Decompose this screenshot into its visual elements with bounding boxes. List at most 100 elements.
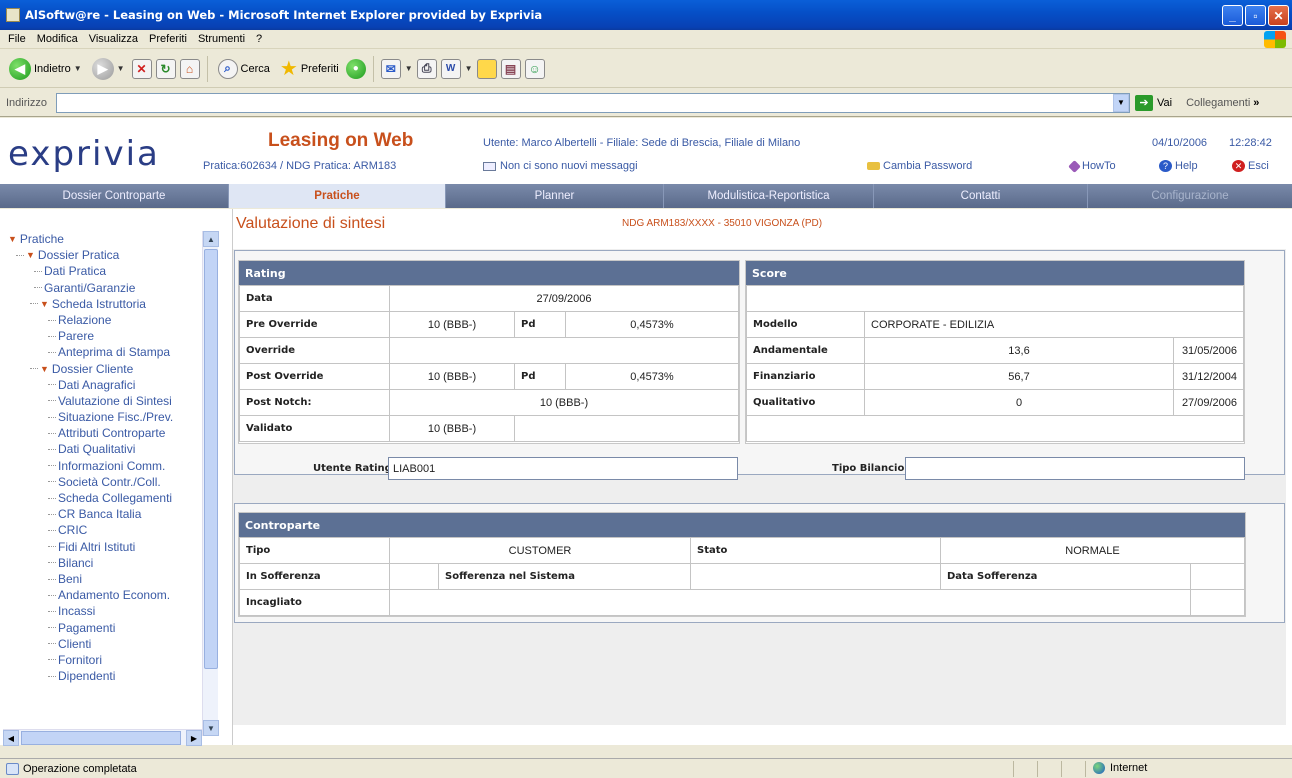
ie-app-icon [6, 8, 20, 22]
sidebar-item[interactable]: Bilanci [8, 555, 204, 571]
dropdown-caret-icon[interactable]: ▼ [405, 64, 413, 73]
discuss-icon[interactable] [476, 58, 497, 79]
expand-triangle-icon[interactable]: ▼ [26, 247, 35, 263]
content-strip [233, 237, 1286, 249]
sidebar-item[interactable]: Parere [8, 328, 204, 344]
back-button[interactable]: ◀ Indietro ▼ [6, 55, 85, 83]
sidebar-item[interactable]: Pagamenti [8, 620, 204, 636]
sidebar-item[interactable]: ▼ Pratiche [8, 231, 204, 247]
sidebar-horizontal-scrollbar[interactable]: ◀ ▶ [3, 729, 202, 746]
favorites-button[interactable]: ★ Preferiti [277, 55, 342, 83]
sidebar-item[interactable]: ▼ Scheda Istruttoria [8, 296, 204, 312]
sidebar-item[interactable]: Informazioni Comm. [8, 458, 204, 474]
sidebar-item[interactable]: ▼ Dossier Pratica [8, 247, 204, 263]
sidebar-item[interactable]: Beni [8, 571, 204, 587]
menu-visualizza[interactable]: Visualizza [89, 33, 138, 45]
current-date: 04/10/2006 [1152, 137, 1208, 149]
sidebar-item[interactable]: Società Contr./Coll. [8, 474, 204, 490]
home-icon[interactable]: ⌂ [179, 58, 200, 79]
sidebar-item[interactable]: Clienti [8, 636, 204, 652]
print-icon[interactable]: ⎙ [416, 58, 437, 79]
scroll-thumb[interactable] [21, 731, 181, 745]
sidebar-item[interactable]: CRIC [8, 522, 204, 538]
media-icon[interactable]: ● [345, 58, 366, 79]
sidebar-item[interactable]: Dati Qualitativi [8, 441, 204, 457]
tree-connector [48, 351, 56, 353]
chevron-right-icon[interactable]: » [1253, 97, 1259, 109]
sidebar-vertical-scrollbar[interactable]: ▲ ▼ [202, 231, 219, 736]
sidebar-item[interactable]: Valutazione di Sintesi [8, 393, 204, 409]
globe-icon [1093, 762, 1105, 774]
sidebar-item[interactable]: Scheda Collegamenti [8, 490, 204, 506]
go-button[interactable]: ➔ Vai [1135, 94, 1172, 111]
refresh-icon[interactable]: ↻ [155, 58, 176, 79]
sidebar-item[interactable]: Dati Anagrafici [8, 377, 204, 393]
tab-pratiche[interactable]: Pratiche [229, 184, 446, 208]
incagliato-value [389, 589, 1191, 616]
edit-word-icon[interactable]: W [440, 58, 461, 79]
sidebar-item[interactable]: Incassi [8, 603, 204, 619]
minimize-button[interactable]: _ [1222, 5, 1243, 26]
sidebar-item[interactable]: Fornitori [8, 652, 204, 668]
expand-triangle-icon[interactable]: ▼ [40, 296, 49, 312]
messenger-icon[interactable]: ☺ [524, 58, 545, 79]
menu-file[interactable]: File [8, 33, 26, 45]
address-dropdown-icon[interactable]: ▼ [1113, 93, 1129, 112]
tab-contatti[interactable]: Contatti [874, 184, 1088, 208]
tab-dossier-controparte[interactable]: Dossier Controparte [0, 184, 229, 208]
dropdown-caret-icon[interactable]: ▼ [74, 64, 82, 73]
help-link[interactable]: ? Help [1159, 160, 1198, 172]
sidebar-item[interactable]: Relazione [8, 312, 204, 328]
mail-icon[interactable]: ✉ [380, 58, 401, 79]
menu-strumenti[interactable]: Strumenti [198, 33, 245, 45]
sidebar-item[interactable]: Attributi Controparte [8, 425, 204, 441]
expand-triangle-icon[interactable]: ▼ [40, 361, 49, 377]
exit-link[interactable]: ✕ Esci [1232, 160, 1269, 172]
address-bar: Indirizzo ▼ ➔ Vai Collegamenti » [0, 89, 1292, 117]
tree-connector [48, 400, 56, 402]
sidebar-item-label: Dati Pratica [44, 264, 107, 279]
menu-modifica[interactable]: Modifica [37, 33, 78, 45]
tab-modulistica-reportistica[interactable]: Modulistica-Reportistica [664, 184, 874, 208]
tipo-bilancio-field[interactable] [905, 457, 1245, 480]
sidebar-item[interactable]: Andamento Econom. [8, 587, 204, 603]
tree-connector [48, 594, 56, 596]
browser-toolbar: ◀ Indietro ▼ ▶ ▼ ✕ ↻ ⌂ ⌕ Cerca ★ Preferi… [0, 50, 1292, 88]
links-toolbar[interactable]: Collegamenti [1186, 97, 1250, 109]
sidebar-item[interactable]: Dipendenti [8, 668, 204, 684]
maximize-button[interactable]: ▫ [1245, 5, 1266, 26]
tab-planner[interactable]: Planner [446, 184, 664, 208]
howto-link[interactable]: HowTo [1068, 159, 1116, 173]
dropdown-caret-icon[interactable]: ▼ [117, 64, 125, 73]
search-button[interactable]: ⌕ Cerca [215, 55, 273, 83]
scroll-down-icon[interactable]: ▼ [203, 720, 219, 736]
scroll-right-icon[interactable]: ▶ [186, 730, 202, 746]
qualitativo-date: 27/09/2006 [1173, 389, 1244, 416]
sidebar-item[interactable]: CR Banca Italia [8, 506, 204, 522]
scroll-thumb[interactable] [204, 249, 218, 669]
change-password-link[interactable]: Cambia Password [867, 160, 972, 172]
messages-link[interactable]: Non ci sono nuovi messaggi [483, 160, 638, 172]
stop-icon[interactable]: ✕ [131, 58, 152, 79]
research-icon[interactable]: ▤ [500, 58, 521, 79]
sidebar-item[interactable]: ▼ Dossier Cliente [8, 361, 204, 377]
tree-connector [48, 610, 56, 612]
tree-connector [48, 675, 56, 677]
sidebar-item[interactable]: Anteprima di Stampa [8, 344, 204, 360]
close-button[interactable]: ✕ [1268, 5, 1289, 26]
address-input[interactable] [56, 92, 1130, 113]
forward-arrow-icon: ▶ [91, 57, 114, 80]
sidebar-item[interactable]: Situazione Fisc./Prev. [8, 409, 204, 425]
scroll-left-icon[interactable]: ◀ [3, 730, 19, 746]
utente-rating-field[interactable]: LIAB001 [388, 457, 738, 480]
forward-button[interactable]: ▶ ▼ [89, 55, 128, 83]
menu-help[interactable]: ? [256, 33, 262, 45]
dropdown-caret-icon[interactable]: ▼ [465, 64, 473, 73]
help-label: Help [1175, 160, 1198, 172]
menu-preferiti[interactable]: Preferiti [149, 33, 187, 45]
sidebar-item[interactable]: Garanti/Garanzie [8, 280, 204, 296]
sidebar-item[interactable]: Fidi Altri Istituti [8, 539, 204, 555]
scroll-up-icon[interactable]: ▲ [203, 231, 219, 247]
sidebar-item[interactable]: Dati Pratica [8, 263, 204, 279]
expand-triangle-icon[interactable]: ▼ [8, 231, 17, 247]
